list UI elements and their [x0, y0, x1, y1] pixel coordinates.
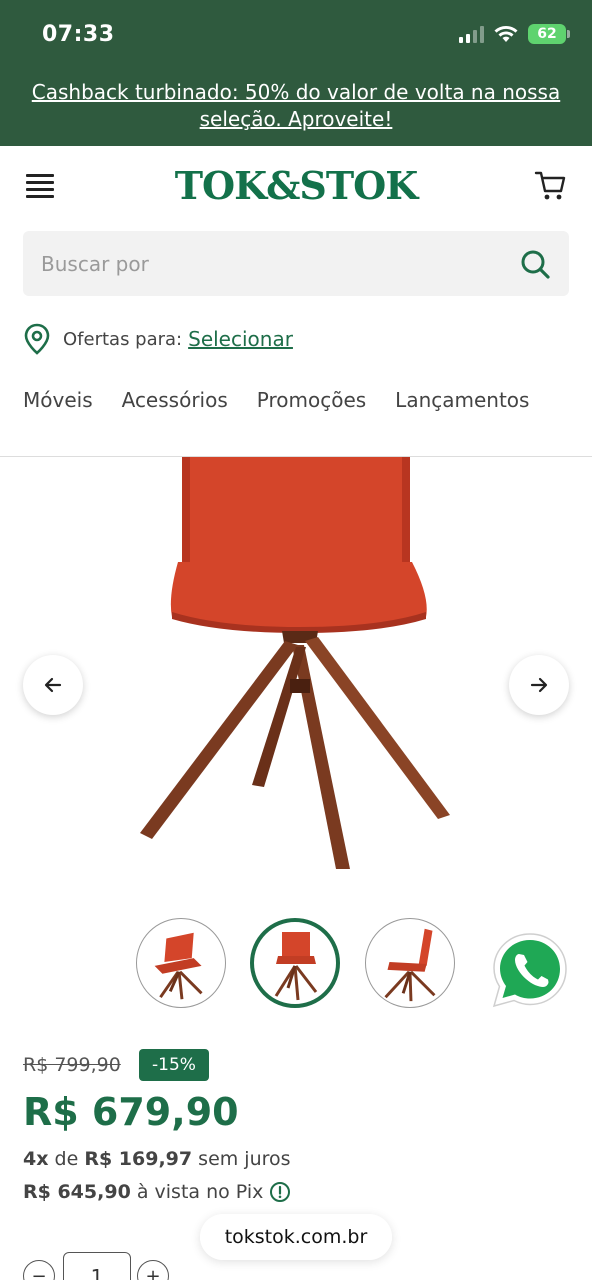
gallery-next-button[interactable] [509, 655, 569, 715]
browser-url-bar[interactable]: tokstok.com.br [200, 1214, 392, 1260]
whatsapp-icon[interactable] [490, 930, 570, 1010]
search-icon[interactable] [519, 248, 551, 280]
brand-logo[interactable]: TOK&STOK [0, 163, 592, 208]
location-selector: Ofertas para: Selecionar [23, 322, 293, 356]
offers-label: Ofertas para: [63, 328, 183, 350]
search-bar [23, 231, 569, 296]
discount-badge: -15% [139, 1049, 209, 1081]
gallery-prev-button[interactable] [23, 655, 83, 715]
nav-item-moveis[interactable]: Móveis [23, 388, 93, 412]
thumbnail-chair-angle-icon [154, 932, 203, 1000]
cart-icon[interactable] [534, 168, 568, 202]
thumbnail-1[interactable] [136, 918, 226, 1008]
pix-price-info: R$ 645,90 à vista no Pix [23, 1181, 291, 1203]
wifi-icon [494, 26, 518, 42]
status-bar: 07:33 62 [0, 0, 592, 70]
battery-indicator: 62 [528, 24, 570, 44]
installments-count: 4x [23, 1148, 49, 1170]
nav-item-acessorios[interactable]: Acessórios [122, 388, 228, 412]
battery-level: 62 [537, 26, 557, 42]
arrow-left-icon [44, 677, 62, 693]
nav-item-lancamentos[interactable]: Lançamentos [395, 388, 529, 412]
current-price: R$ 679,90 [23, 1090, 239, 1134]
select-location-link[interactable]: Selecionar [188, 327, 293, 351]
site-header: TOK&STOK [0, 146, 592, 226]
browser-url: tokstok.com.br [224, 1226, 368, 1248]
original-price: R$ 799,90 [23, 1054, 121, 1076]
quantity-input[interactable]: 1 [63, 1252, 131, 1280]
installments-connector: de [54, 1148, 79, 1170]
quantity-decrease-button[interactable]: − [23, 1260, 55, 1280]
signal-icon [459, 25, 484, 43]
thumbnail-chair-front-icon [274, 932, 318, 1001]
status-time: 07:33 [42, 22, 115, 47]
product-gallery [0, 457, 592, 897]
location-pin-icon [24, 323, 50, 355]
thumbnail-chair-side-icon [384, 928, 436, 1002]
promo-link[interactable]: Cashback turbinado: 50% do valor de volt… [32, 80, 560, 131]
arrow-right-icon [530, 677, 548, 693]
promo-banner[interactable]: Cashback turbinado: 50% do valor de volt… [0, 70, 592, 146]
pix-suffix: à vista no Pix [136, 1181, 264, 1203]
nav-item-promocoes[interactable]: Promoções [257, 388, 366, 412]
info-icon[interactable] [269, 1181, 291, 1203]
installments-info: 4x de R$ 169,97 sem juros [23, 1148, 291, 1170]
search-input[interactable] [41, 231, 501, 296]
installments-suffix: sem juros [198, 1148, 291, 1170]
pix-value: R$ 645,90 [23, 1181, 131, 1203]
category-nav: Móveis Acessórios Promoções Lançamentos [23, 388, 529, 412]
product-image [140, 457, 450, 869]
thumbnail-3[interactable] [365, 918, 455, 1008]
status-icons: 62 [459, 24, 570, 44]
quantity-increase-button[interactable]: + [137, 1260, 169, 1280]
installments-value: R$ 169,97 [84, 1148, 193, 1170]
thumbnail-2[interactable] [250, 918, 340, 1008]
